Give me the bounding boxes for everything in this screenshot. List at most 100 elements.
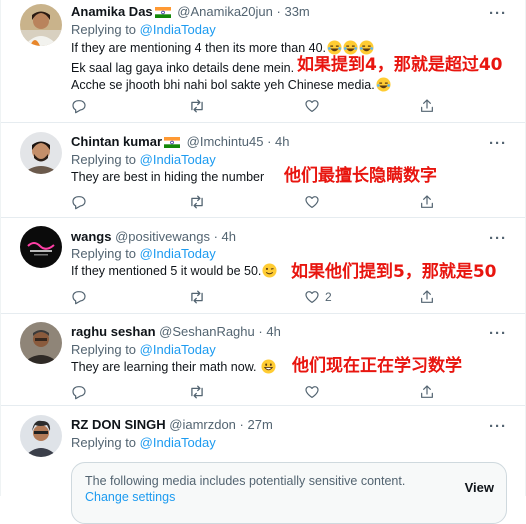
user-name[interactable]: Chintan kumar	[71, 134, 162, 149]
chinese-translation-overlay: 他们现在正在学习数学	[292, 356, 462, 376]
tweet-text: They are learning their math now.	[71, 359, 276, 379]
mention-link[interactable]: @IndiaToday	[140, 22, 216, 37]
winking-emoji-icon	[262, 263, 277, 283]
user-name[interactable]: Anamika Das	[71, 4, 153, 19]
chinese-translation-overlay: 他们最擅长隐瞒数字	[284, 166, 437, 186]
view-media-button[interactable]: View	[465, 480, 494, 495]
retweet-button[interactable]	[188, 288, 206, 306]
tweet-line: If they are mentioning 4 then its more t…	[71, 41, 327, 55]
separator: ·	[258, 324, 263, 339]
replying-to: Replying to @IndiaToday	[71, 151, 216, 169]
heart-icon	[305, 196, 319, 208]
heart-icon	[305, 291, 319, 303]
tweet-line: If they mentioned 5 it would be 50.	[71, 264, 262, 278]
retweet-icon	[191, 99, 203, 113]
retweet-icon	[191, 195, 203, 209]
tweet-line: Acche se jhooth bhi nahi bol sakte yeh C…	[71, 78, 375, 92]
timestamp[interactable]: 4h	[222, 229, 236, 244]
replying-to-label: Replying to	[71, 152, 137, 167]
mention-link[interactable]: @IndiaToday	[140, 152, 216, 167]
tweet-line: They are learning their math now.	[71, 360, 257, 374]
mention-link[interactable]: @IndiaToday	[140, 246, 216, 261]
more-options-icon[interactable]: ···	[489, 419, 507, 434]
reply-icon	[72, 386, 86, 400]
user-handle[interactable]: @Imchintu45	[187, 134, 264, 149]
user-handle[interactable]: @SeshanRaghu	[159, 324, 255, 339]
retweet-icon	[191, 385, 203, 399]
chinese-translation-overlay: 如果他们提到5，那就是50	[291, 262, 497, 282]
replying-to-label: Replying to	[71, 22, 137, 37]
more-options-icon[interactable]: ···	[489, 231, 507, 246]
user-name[interactable]: RZ DON SINGH	[71, 417, 166, 432]
like-button[interactable]: 2	[304, 288, 332, 306]
tweet-text: They are best in hiding the number	[71, 169, 264, 186]
more-options-icon[interactable]: ···	[489, 136, 507, 151]
reply-button[interactable]	[71, 193, 87, 211]
user-name[interactable]: wangs	[71, 229, 111, 244]
retweet-button[interactable]	[188, 97, 206, 115]
more-options-icon[interactable]: ···	[489, 6, 507, 21]
grinning-emoji-icon	[261, 359, 276, 379]
change-settings-link[interactable]: Change settings	[85, 490, 175, 504]
avatar[interactable]	[20, 415, 62, 457]
reply-button[interactable]	[71, 383, 87, 401]
replying-to-label: Replying to	[71, 246, 137, 261]
tweet-actions: 2	[71, 288, 441, 306]
tweet-text: If they mentioned 5 it would be 50.	[71, 263, 277, 283]
user-name[interactable]: raghu seshan	[71, 324, 156, 339]
tweet-actions	[71, 97, 441, 115]
heart-icon	[305, 386, 319, 398]
mention-link[interactable]: @IndiaToday	[140, 435, 216, 450]
timestamp[interactable]: 4h	[275, 134, 289, 149]
timestamp[interactable]: 27m	[248, 417, 273, 432]
timestamp[interactable]: 33m	[284, 4, 309, 19]
like-button[interactable]	[304, 193, 325, 211]
avatar[interactable]	[20, 322, 62, 364]
more-options-icon[interactable]: ···	[489, 326, 507, 341]
reply-button[interactable]	[71, 288, 87, 306]
replying-to: Replying to @IndiaToday	[71, 21, 216, 39]
timestamp[interactable]: 4h	[266, 324, 280, 339]
laughing-emoji-icon	[376, 77, 391, 97]
share-button[interactable]	[419, 383, 435, 401]
avatar[interactable]	[20, 226, 62, 268]
avatar[interactable]	[20, 4, 62, 46]
reply-tweet[interactable]: wangs @positivewangs · 4h ··· Replying t…	[1, 217, 525, 314]
user-handle[interactable]: @positivewangs	[115, 229, 210, 244]
share-icon	[421, 290, 433, 303]
chinese-translation-overlay: 如果提到4，那就是超过40	[297, 55, 503, 75]
like-count: 2	[325, 290, 332, 304]
sensitive-media-warning: The following media includes potentially…	[71, 462, 507, 524]
like-button[interactable]	[304, 383, 325, 401]
reply-button[interactable]	[71, 97, 87, 115]
reply-tweet[interactable]: Anamika Das @Anamika20jun · 33m ··· Repl…	[1, 0, 525, 123]
share-button[interactable]	[419, 288, 435, 306]
user-handle[interactable]: @Anamika20jun	[177, 4, 273, 19]
retweet-button[interactable]	[188, 383, 206, 401]
share-icon	[421, 99, 433, 112]
mention-link[interactable]: @IndiaToday	[140, 342, 216, 357]
reply-feed: Anamika Das @Anamika20jun · 33m ··· Repl…	[0, 0, 526, 524]
replying-to: Replying to @IndiaToday	[71, 245, 216, 263]
sensitive-media-text: The following media includes potentially…	[85, 474, 406, 488]
separator: ·	[276, 4, 281, 19]
separator: ·	[239, 417, 244, 432]
like-button[interactable]	[304, 97, 325, 115]
share-button[interactable]	[419, 193, 435, 211]
share-button[interactable]	[419, 97, 435, 115]
replying-to-label: Replying to	[71, 342, 137, 357]
reply-icon	[72, 291, 86, 305]
replying-to: Replying to @IndiaToday	[71, 341, 216, 359]
reply-icon	[72, 196, 86, 210]
reply-tweet[interactable]: raghu seshan @SeshanRaghu · 4h ··· Reply…	[1, 313, 525, 406]
tweet-actions	[71, 383, 441, 401]
reply-icon	[72, 100, 86, 114]
user-handle[interactable]: @iamrzdon	[169, 417, 236, 432]
tweet-actions	[71, 193, 441, 211]
share-icon	[421, 195, 433, 208]
retweet-icon	[191, 290, 203, 304]
retweet-button[interactable]	[188, 193, 206, 211]
avatar[interactable]	[20, 132, 62, 174]
replying-to-label: Replying to	[71, 435, 137, 450]
reply-tweet[interactable]: Chintan kumar @Imchintu45 · 4h ··· Reply…	[1, 122, 525, 218]
